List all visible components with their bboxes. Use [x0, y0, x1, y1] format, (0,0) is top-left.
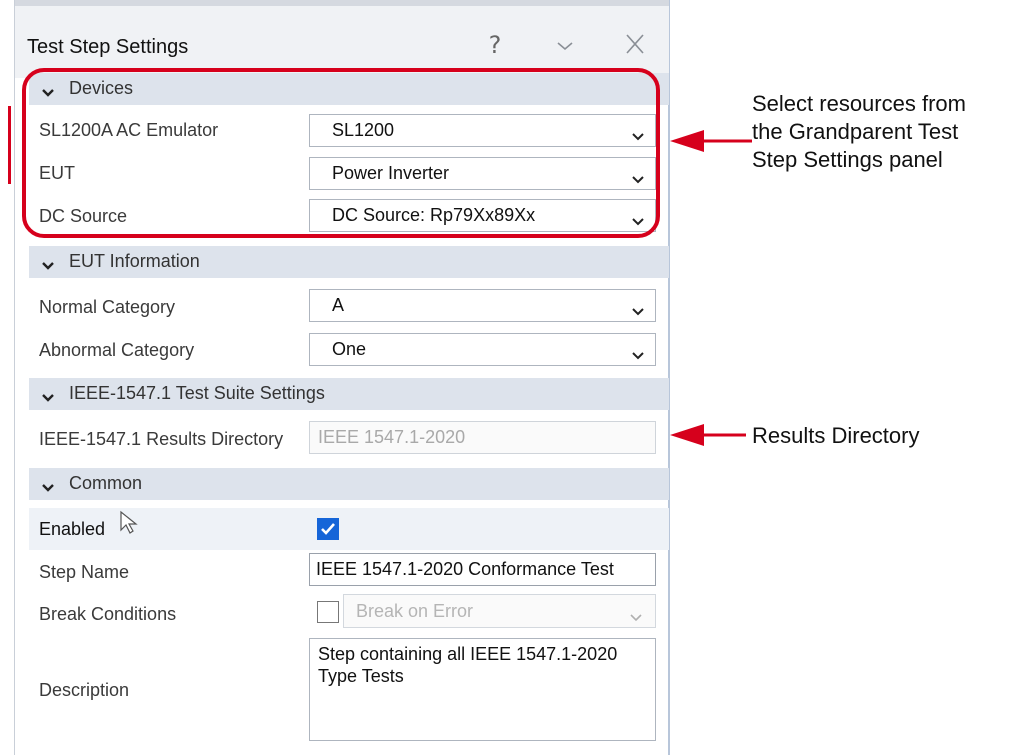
abnormal-category-label: Abnormal Category: [39, 340, 195, 360]
annotation-select-resources: Select resources from the Grandparent Te…: [752, 90, 966, 174]
close-icon[interactable]: [615, 28, 655, 62]
break-conditions-select[interactable]: Break on Error: [343, 594, 656, 628]
chevron-down-icon: [629, 607, 643, 628]
abnormal-category-select[interactable]: One: [309, 333, 656, 366]
cursor-icon: [119, 510, 139, 541]
normal-category-select[interactable]: A: [309, 289, 656, 322]
description-textarea[interactable]: Step containing all IEEE 1547.1-2020 Typ…: [309, 638, 656, 741]
step-name-value: IEEE 1547.1-2020 Conformance Test: [316, 559, 614, 579]
section-common-label: Common: [69, 473, 143, 493]
panel-titlebar: Test Step Settings ?: [15, 0, 669, 78]
results-directory-field[interactable]: IEEE 1547.1-2020: [309, 421, 656, 454]
normal-category-label: Normal Category: [39, 297, 176, 317]
section-common[interactable]: Common: [29, 468, 669, 500]
enabled-label: Enabled: [39, 519, 106, 539]
arrow-left-icon: [670, 130, 752, 152]
panel-title: Test Step Settings: [27, 36, 189, 58]
results-directory-label: IEEE-1547.1 Results Directory: [39, 429, 284, 449]
section-ieee-suite-settings-label: IEEE-1547.1 Test Suite Settings: [69, 383, 325, 403]
chevron-down-icon: [631, 345, 645, 366]
section-eut-information-label: EUT Information: [69, 251, 200, 271]
break-conditions-value: Break on Error: [356, 601, 474, 621]
annotation-line: Select resources from: [752, 91, 966, 116]
step-name-input[interactable]: IEEE 1547.1-2020 Conformance Test: [309, 553, 656, 586]
chevron-down-icon: [41, 478, 55, 499]
chevron-down-icon: [631, 301, 645, 322]
help-icon[interactable]: ?: [475, 28, 515, 62]
normal-category-value: A: [332, 295, 345, 315]
chevron-down-icon[interactable]: [545, 28, 585, 62]
annotation-results-directory: Results Directory: [752, 423, 920, 448]
enabled-checkbox[interactable]: [317, 518, 339, 540]
annotation-line: Step Settings panel: [752, 147, 943, 172]
section-ieee-suite-settings[interactable]: IEEE-1547.1 Test Suite Settings: [29, 378, 669, 410]
break-conditions-checkbox[interactable]: [317, 601, 339, 623]
chevron-down-icon: [41, 256, 55, 277]
chevron-down-icon: [41, 388, 55, 409]
devices-highlight-box: [22, 68, 660, 238]
step-name-label: Step Name: [39, 562, 130, 582]
arrow-left-icon: [670, 424, 746, 446]
section-eut-information[interactable]: EUT Information: [29, 246, 669, 278]
left-edge-accent: [8, 106, 11, 184]
results-directory-value: IEEE 1547.1-2020: [318, 427, 466, 447]
description-label: Description: [39, 680, 130, 700]
annotation-line: the Grandparent Test: [752, 119, 959, 144]
break-conditions-label: Break Conditions: [39, 604, 177, 624]
abnormal-category-value: One: [332, 339, 367, 359]
